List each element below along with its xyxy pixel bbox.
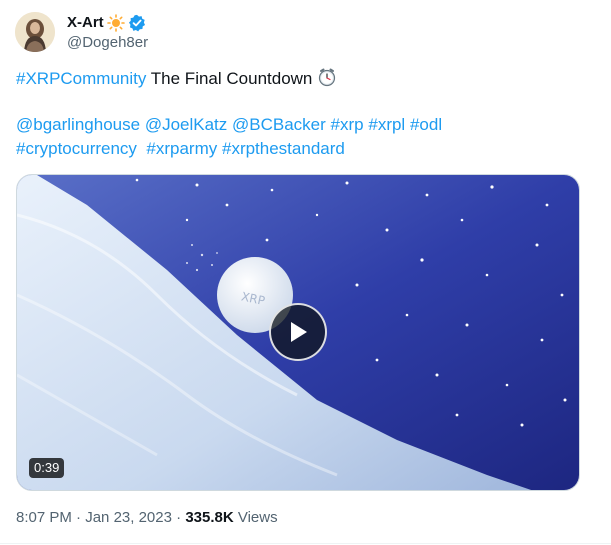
- avatar-image: [15, 12, 55, 52]
- tweet-line-2: @bgarlinghouse @JoelKatz @BCBacker #xrp …: [16, 113, 586, 137]
- tweet-line-1: #XRPCommunity The Final Countdown: [16, 67, 586, 91]
- play-icon: [291, 322, 307, 342]
- tweet-meta: 8:07 PM · Jan 23, 2023 · 335.8K Views: [16, 508, 278, 528]
- hashtag-link[interactable]: #xrpthestandard: [222, 139, 345, 158]
- hashtag-link[interactable]: #cryptocurrency: [16, 139, 137, 158]
- verified-badge-icon[interactable]: [128, 14, 146, 32]
- tweet-line-3: #cryptocurrency #xrparmy #xrpthestandard: [16, 137, 586, 161]
- author-name-row[interactable]: X-Art: [67, 13, 146, 33]
- author-name[interactable]: X-Art: [67, 13, 104, 33]
- hashtag-link[interactable]: #xrpl: [368, 115, 405, 134]
- tweet-date[interactable]: Jan 23, 2023: [85, 509, 172, 526]
- hashtag-link[interactable]: #xrparmy: [146, 139, 217, 158]
- meta-separator: ·: [171, 509, 186, 526]
- avatar[interactable]: [15, 12, 55, 52]
- video-duration: 0:39: [29, 458, 65, 478]
- tweet-time[interactable]: 8:07 PM: [16, 509, 72, 526]
- mention-link[interactable]: @BCBacker: [232, 115, 326, 134]
- views-count: 335.8K: [185, 509, 234, 526]
- views-label: Views: [233, 509, 278, 526]
- alarm-clock-icon: [319, 68, 336, 87]
- meta-separator: ·: [71, 509, 86, 526]
- sun-icon: [106, 14, 125, 32]
- divider: [0, 543, 611, 544]
- tweet-text: #XRPCommunity The Final Countdown @bgarl…: [16, 67, 586, 161]
- mention-link[interactable]: @JoelKatz: [145, 115, 227, 134]
- hashtag-link[interactable]: #XRPCommunity: [16, 69, 146, 88]
- hashtag-link[interactable]: #odl: [410, 115, 442, 134]
- tweet-phrase: The Final Countdown: [146, 69, 318, 88]
- play-button[interactable]: [269, 303, 327, 361]
- video-player[interactable]: XRP 0:39: [16, 174, 580, 491]
- author-handle[interactable]: @Dogeh8er: [67, 33, 148, 53]
- hashtag-link[interactable]: #xrp: [331, 115, 364, 134]
- mention-link[interactable]: @bgarlinghouse: [16, 115, 140, 134]
